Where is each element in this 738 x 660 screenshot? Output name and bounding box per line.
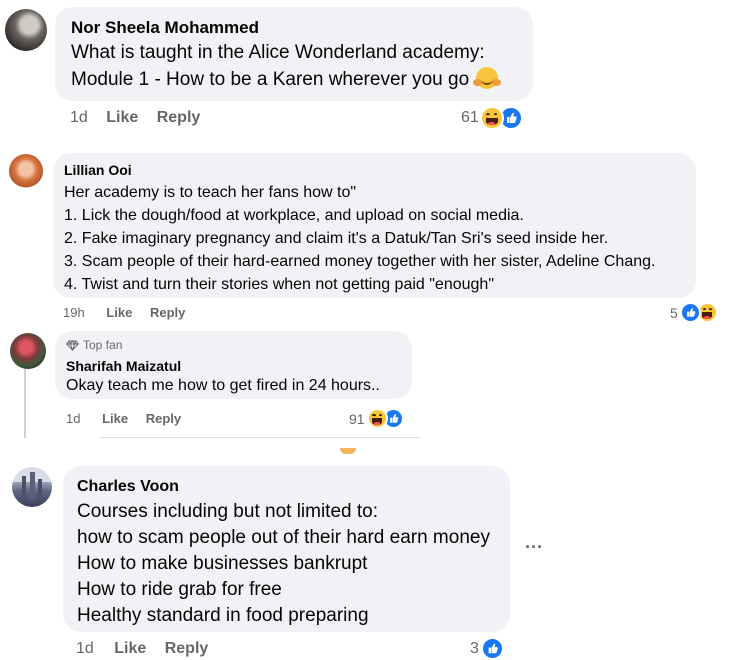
comment-bubble: Charles Voon Courses including but not l… [63,466,510,632]
reply-button[interactable]: Reply [165,640,209,658]
comment-bubble: Lillian Ooi Her academy is to teach her … [53,153,696,298]
comment-time[interactable]: 1d [70,108,88,128]
haha-icon [479,106,504,130]
comment-actions: 1d Like Reply [76,640,208,658]
like-button[interactable]: Like [102,410,128,427]
comment-time[interactable]: 1d [76,640,94,658]
hugging-face-emoji-icon [473,67,502,89]
comment-author[interactable]: Nor Sheela Mohammed [71,17,533,39]
reaction-count: 91 [349,410,365,427]
more-options-button[interactable]: ··· [525,538,543,556]
comment-text-line: Module 1 - How to be a Karen wherever yo… [71,66,533,93]
comment-time[interactable]: 19h [63,304,85,321]
comment-text-line: Healthy standard in food preparing [77,605,369,626]
reactions-summary[interactable]: 3 [470,637,504,660]
comment-author[interactable]: Charles Voon [77,476,510,497]
like-button[interactable]: Like [106,304,132,321]
comment-text-line: Courses including but not limited to: [77,501,378,522]
comment-text-line: how to scam people out of their hard ear… [77,527,490,548]
comment-bubble: Nor Sheela Mohammed What is taught in th… [55,7,533,101]
comment-text-line: Okay teach me how to get fired in 24 hou… [66,377,380,394]
comment-bubble: Top fan Sharifah Maizatul Okay teach me … [55,331,412,399]
reply-button[interactable]: Reply [150,304,185,321]
reaction-count: 5 [670,304,678,321]
comment-actions: 1d Like Reply [66,410,181,427]
diamond-icon [66,339,79,351]
avatar[interactable] [5,9,47,51]
comment-text-line: Her academy is to teach her fans how to" [64,184,357,201]
comment-text-line: 4. Twist and turn their stories when not… [64,276,494,293]
like-button[interactable]: Like [106,108,138,128]
haha-icon [366,408,388,429]
cut-off-reaction-icon [340,448,356,454]
comment-text-line: How to ride grab for free [77,579,282,600]
comment-author[interactable]: Sharifah Maizatul [66,357,412,375]
reaction-count: 61 [461,109,479,126]
thread-line [24,368,26,438]
like-button[interactable]: Like [114,640,146,658]
reply-button[interactable]: Reply [157,108,201,128]
reactions-summary[interactable]: 91 [349,408,404,429]
badge-label: Top fan [83,338,123,352]
reactions-summary[interactable]: 61 [461,106,523,130]
comment-text-line: 1. Lick the dough/food at workplace, and… [64,207,524,224]
top-fan-badge: Top fan [66,338,412,352]
like-icon [480,637,504,660]
comment-text-line: 2. Fake imaginary pregnancy and claim it… [64,230,609,247]
comment-text-line: What is taught in the Alice Wonderland a… [71,42,485,63]
avatar[interactable] [9,154,43,188]
comment-text-line: 3. Scam people of their hard-earned mone… [64,253,656,270]
comment-author[interactable]: Lillian Ooi [64,161,696,180]
reaction-count: 3 [470,639,479,657]
avatar[interactable] [12,467,52,507]
clip-seam [100,437,420,438]
comment-actions: 1d Like Reply [70,108,200,128]
reactions-summary[interactable]: 5 [670,302,718,323]
avatar[interactable] [10,333,46,369]
comment-time[interactable]: 1d [66,410,80,427]
reply-button[interactable]: Reply [146,410,181,427]
comment-text-line: How to make businesses bankrupt [77,553,368,574]
like-icon [679,302,701,323]
comment-actions: 19h Like Reply [63,304,185,321]
